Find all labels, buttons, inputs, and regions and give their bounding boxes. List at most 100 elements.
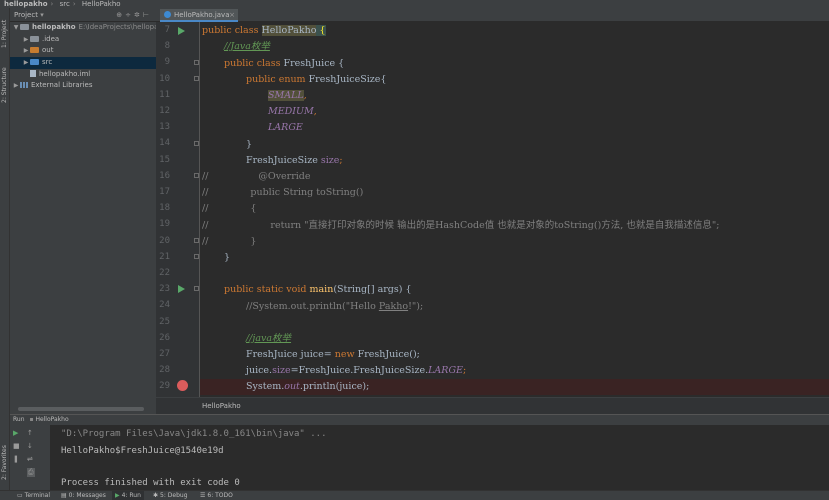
terminal-tab[interactable]: ▭ Terminal — [14, 491, 53, 500]
collapse-arrow-icon[interactable]: ▶ — [22, 45, 30, 57]
run-tab[interactable]: ▶ 4: Run — [112, 491, 144, 500]
debug-tab[interactable]: ✱ 5: Debug — [150, 491, 191, 500]
line-number: 17 — [159, 187, 170, 197]
line-number: 9 — [164, 57, 170, 67]
code-line-21: } — [224, 252, 231, 263]
close-tab-icon[interactable]: × — [229, 9, 235, 21]
line-number: 24 — [159, 300, 170, 310]
code-line-23: public static void main(String[] args) { — [224, 284, 412, 295]
run-panel-header: Run ▪ HelloPakho — [10, 415, 829, 425]
run-class-icon[interactable] — [178, 27, 185, 35]
code-line-16: //@Override — [202, 171, 311, 182]
collapse-arrow-icon[interactable]: ▶ — [22, 34, 30, 46]
hide-icon[interactable]: ⊢ — [143, 11, 152, 19]
line-number: 16 — [159, 171, 170, 181]
breadcrumb-item-class[interactable]: HelloPakho — [82, 0, 121, 8]
project-view-selector[interactable]: Project — [14, 11, 38, 19]
code-line-13: LARGE — [268, 122, 303, 133]
code-editor[interactable]: public class HelloPakho { //Java枚举 publi… — [200, 22, 829, 397]
fold-icon[interactable] — [194, 173, 199, 178]
line-number: 11 — [159, 90, 170, 100]
project-panel: Project ▾ ⊕÷✲⊢ ▼ hellopakho E:\IdeaProject… — [10, 8, 156, 414]
code-line-10: public enum FreshJuiceSize{ — [246, 74, 387, 85]
breadcrumb-item-project[interactable]: hellopakho — [4, 0, 48, 8]
collapse-arrow-icon[interactable]: ▶ — [12, 80, 20, 92]
print-icon[interactable]: ⎙ — [27, 468, 35, 477]
project-panel-tools: ⊕÷✲⊢ — [116, 8, 152, 22]
code-line-12: MEDIUM, — [268, 106, 317, 117]
line-number: 25 — [159, 317, 170, 327]
scroll-up-icon[interactable]: ↑ — [27, 429, 33, 437]
tree-item-external-libraries[interactable]: ▶ External Libraries — [10, 80, 156, 92]
fold-icon[interactable] — [194, 76, 199, 81]
code-line-8: //Java枚举 — [224, 41, 270, 52]
code-line-19: //return "直接打印对象的时候 输出的是HashCode值 也就是对象的… — [202, 220, 720, 231]
folder-icon — [30, 47, 39, 54]
editor-breadcrumb-item[interactable]: HelloPakho — [202, 402, 241, 410]
line-number: 8 — [164, 41, 170, 51]
line-number: 21 — [159, 252, 170, 262]
code-line-9: public class FreshJuice { — [224, 58, 345, 69]
fold-icon[interactable] — [194, 254, 199, 259]
soft-wrap-icon[interactable]: ⇌ — [27, 455, 33, 463]
line-number: 23 — [159, 284, 170, 294]
project-tool-tab[interactable]: 1: Project — [0, 12, 10, 56]
fold-icon[interactable] — [194, 238, 199, 243]
run-tool-window: Run ▪ HelloPakho ▶ ■ ❚ ↑ ↓ ⇌ ⎙ "D:\Progr… — [10, 414, 829, 491]
tree-item-iml[interactable]: hellopakho.iml — [10, 69, 156, 81]
rerun-icon[interactable]: ▶ — [13, 429, 18, 437]
bug-icon: ✱ — [153, 492, 159, 499]
horizontal-scrollbar[interactable] — [10, 407, 156, 412]
run-icon: ▶ — [115, 492, 120, 499]
code-line-24: //System.out.println("Hello Pakho!"); — [246, 301, 424, 312]
library-icon — [20, 82, 28, 89]
source-folder-icon — [30, 59, 39, 66]
tree-item-idea[interactable]: ▶ .idea — [10, 34, 156, 46]
editor-tab-bar: HelloPakho.java × — [156, 8, 829, 22]
fold-icon[interactable] — [194, 286, 199, 291]
code-line-17: //public String toString() — [202, 187, 364, 198]
tree-item-project-root[interactable]: ▼hellopakhoE:\IdeaProjects\hellopakh — [10, 22, 156, 34]
sync-icon[interactable]: ⊕ — [116, 11, 125, 19]
collapse-arrow-icon[interactable]: ▶ — [22, 57, 30, 69]
code-line-11: SMALL, — [268, 90, 307, 101]
tree-item-out[interactable]: ▶ out — [10, 45, 156, 57]
line-number: 18 — [159, 203, 170, 213]
collapse-icon[interactable]: ÷ — [125, 11, 134, 19]
editor-gutter[interactable]: 7 8 9 10 11 12 13 14 15 16 17 18 19 20 2… — [156, 22, 200, 397]
line-number: 26 — [159, 333, 170, 343]
line-number: 22 — [159, 268, 170, 278]
module-file-icon — [30, 69, 36, 77]
code-line-29: System.out.println(juice); — [200, 379, 829, 396]
line-number: 13 — [159, 122, 170, 132]
fold-icon[interactable] — [194, 141, 199, 146]
class-icon — [164, 11, 171, 18]
expand-arrow-icon[interactable]: ▼ — [12, 22, 20, 34]
gear-icon[interactable]: ✲ — [134, 11, 143, 19]
messages-tab[interactable]: ▤ 0: Messages — [58, 491, 109, 500]
todo-icon: ☰ — [200, 492, 206, 499]
breakpoint-icon[interactable] — [177, 380, 188, 391]
editor-tab-hellopakho[interactable]: HelloPakho.java × — [160, 9, 238, 22]
breadcrumb-item-src[interactable]: src — [60, 0, 70, 8]
run-main-icon[interactable] — [178, 285, 185, 293]
run-config-tab[interactable]: HelloPakho — [35, 416, 68, 423]
folder-icon — [20, 24, 29, 30]
line-number: 7 — [164, 25, 170, 35]
line-number: 19 — [159, 219, 170, 229]
fold-icon[interactable] — [194, 60, 199, 65]
scroll-down-icon[interactable]: ↓ — [27, 442, 33, 450]
structure-tool-tab[interactable]: 2: Structure — [0, 60, 10, 110]
tree-item-src[interactable]: ▶ src — [10, 57, 156, 69]
todo-tab[interactable]: ☰ 6: TODO — [197, 491, 236, 500]
left-tool-strip: 1: Project 2: Structure 2: Favorites — [0, 8, 10, 490]
navigation-breadcrumb: hellopakho › src › HelloPakho — [0, 0, 829, 8]
stop-icon[interactable]: ■ — [13, 442, 20, 450]
console-output[interactable]: "D:\Program Files\Java\jdk1.8.0_161\bin\… — [51, 425, 829, 491]
code-line-18: //{ — [202, 203, 257, 214]
favorites-tool-tab[interactable]: 2: Favorites — [0, 438, 10, 488]
terminal-icon: ▭ — [17, 492, 23, 499]
pause-icon[interactable]: ❚ — [13, 455, 19, 463]
